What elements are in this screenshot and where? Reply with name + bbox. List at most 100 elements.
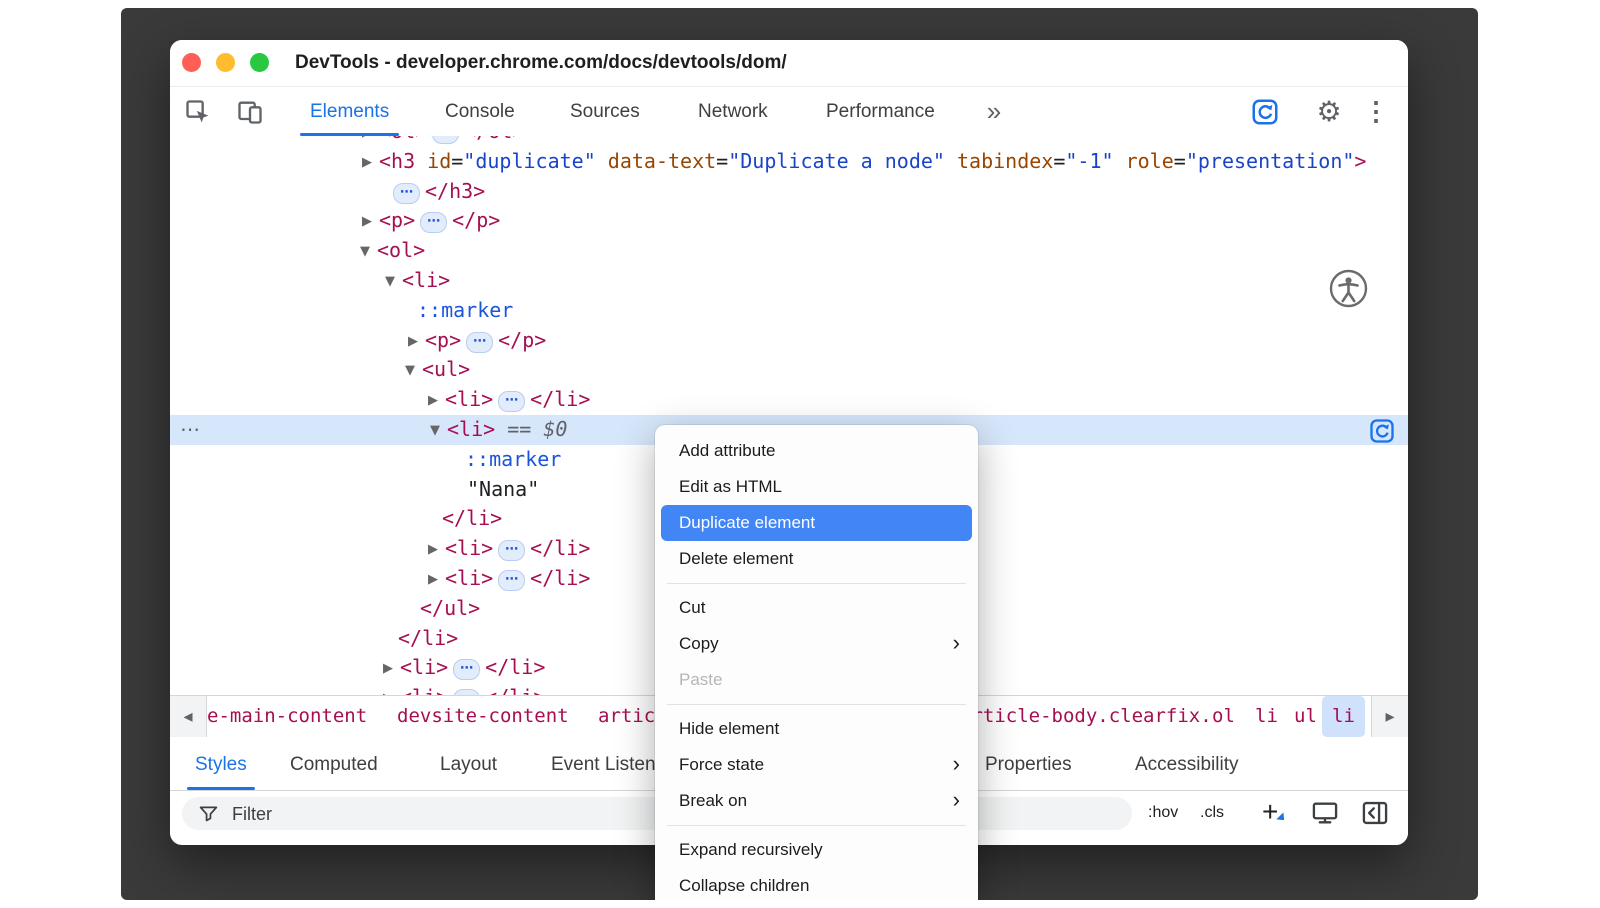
breadcrumb-item-li[interactable]: li bbox=[1322, 696, 1365, 737]
menu-item-collapse-children[interactable]: Collapse children bbox=[655, 868, 978, 900]
menu-item-duplicate-element[interactable]: Duplicate element bbox=[661, 505, 972, 541]
menu-item-delete-element[interactable]: Delete element bbox=[655, 541, 978, 577]
rendering-screen-icon[interactable] bbox=[1308, 798, 1342, 828]
dom-node-row[interactable]: ⋯</h3> bbox=[170, 177, 1408, 207]
inline-expand-icon[interactable]: ⋯ bbox=[498, 570, 525, 591]
inline-expand-icon[interactable]: ⋯ bbox=[466, 332, 493, 353]
dom-token: = bbox=[451, 149, 463, 173]
accessibility-person-icon bbox=[1328, 268, 1369, 309]
tab-sources[interactable]: Sources bbox=[570, 87, 640, 136]
screenshot-backdrop: DevTools - developer.chrome.com/docs/dev… bbox=[121, 8, 1478, 900]
dom-node-row[interactable]: ▶<ol>⋯</ol> bbox=[170, 136, 1408, 147]
collapse-arrow-icon[interactable]: ▼ bbox=[360, 237, 377, 267]
expand-arrow-icon[interactable]: ▶ bbox=[362, 148, 379, 178]
breadcrumb-item-ol[interactable]: ol bbox=[1212, 696, 1235, 737]
breadcrumb-scroll-left-icon[interactable]: ◂ bbox=[170, 696, 207, 737]
row-overflow-menu-icon[interactable]: ⋯ bbox=[180, 415, 201, 445]
menu-item-edit-as-html[interactable]: Edit as HTML bbox=[655, 469, 978, 505]
expand-arrow-icon[interactable]: ▶ bbox=[428, 565, 445, 595]
breadcrumb-item-e-main-content[interactable]: e-main-content bbox=[207, 696, 367, 737]
toggle-element-state-button[interactable]: :hov bbox=[1148, 791, 1178, 835]
dom-token: </p> bbox=[498, 328, 546, 352]
inspect-element-icon[interactable] bbox=[181, 95, 215, 129]
dom-token: = bbox=[716, 149, 728, 173]
dom-node-row[interactable]: ▼<ul> bbox=[170, 355, 1408, 385]
settings-gear-icon[interactable]: ⚙ bbox=[1312, 87, 1346, 136]
dom-token: "Duplicate a node" bbox=[728, 149, 945, 173]
dom-node-row[interactable]: ▼<li> bbox=[170, 266, 1408, 296]
dom-node-row[interactable]: ▶<h3 id="duplicate" data-text="Duplicate… bbox=[170, 147, 1408, 177]
dom-node-row[interactable]: ▶<p>⋯</p> bbox=[170, 326, 1408, 356]
filter-funnel-icon bbox=[198, 803, 219, 829]
breadcrumb-item-article-body-clearfix[interactable]: article-body.clearfix. bbox=[960, 696, 1212, 737]
close-window-button[interactable] bbox=[182, 53, 201, 72]
dom-token: role bbox=[1114, 149, 1174, 173]
dom-token: <li> bbox=[402, 268, 450, 292]
inline-expand-icon[interactable]: ⋯ bbox=[453, 659, 480, 680]
breadcrumb-item-devsite-content[interactable]: devsite-content bbox=[397, 696, 569, 737]
inline-expand-icon[interactable]: ⋯ bbox=[498, 540, 525, 561]
dom-token: "duplicate" bbox=[463, 149, 595, 173]
more-panels-chevron-icon[interactable]: » bbox=[976, 87, 1012, 136]
zoom-window-button[interactable] bbox=[250, 53, 269, 72]
device-toolbar-icon[interactable] bbox=[233, 95, 267, 129]
menu-item-label: Expand recursively bbox=[679, 840, 823, 859]
collapse-arrow-icon[interactable]: ▼ bbox=[405, 356, 422, 386]
menu-divider bbox=[667, 583, 966, 584]
inline-expand-icon[interactable]: ⋯ bbox=[393, 183, 420, 204]
menu-item-hide-element[interactable]: Hide element bbox=[655, 711, 978, 747]
window-titlebar: DevTools - developer.chrome.com/docs/dev… bbox=[170, 40, 1408, 87]
menu-item-cut[interactable]: Cut bbox=[655, 590, 978, 626]
menu-item-label: Copy bbox=[679, 634, 719, 653]
sidebar-tab-properties[interactable]: Properties bbox=[985, 739, 1072, 790]
dom-token: <p> bbox=[425, 328, 461, 352]
dom-node-row[interactable]: ▼<ol> bbox=[170, 236, 1408, 266]
refresh-square-badge-icon[interactable] bbox=[1368, 417, 1396, 445]
menu-item-break-on[interactable]: Break on› bbox=[655, 783, 978, 819]
menu-item-force-state[interactable]: Force state› bbox=[655, 747, 978, 783]
dom-token: <h3 bbox=[379, 149, 415, 173]
tab-performance[interactable]: Performance bbox=[826, 87, 935, 136]
tab-elements[interactable]: Elements bbox=[310, 87, 389, 136]
sidebar-tab-computed[interactable]: Computed bbox=[290, 739, 378, 790]
toggle-sidebar-icon[interactable] bbox=[1358, 798, 1392, 828]
dom-token: </li> bbox=[485, 685, 545, 695]
menu-item-expand-recursively[interactable]: Expand recursively bbox=[655, 832, 978, 868]
breadcrumb-scroll-right-icon[interactable]: ▸ bbox=[1371, 696, 1408, 737]
collapse-arrow-icon[interactable]: ▼ bbox=[430, 416, 447, 446]
dom-node-row[interactable]: ▶<li>⋯</li> bbox=[170, 385, 1408, 415]
expand-arrow-icon[interactable]: ▶ bbox=[408, 327, 425, 357]
inline-expand-icon[interactable]: ⋯ bbox=[498, 391, 525, 412]
dom-token: </li> bbox=[398, 626, 458, 650]
plus-caret-icon bbox=[1277, 812, 1288, 823]
menu-item-copy[interactable]: Copy› bbox=[655, 626, 978, 662]
dom-node-row[interactable]: ::marker bbox=[170, 296, 1408, 326]
tab-console[interactable]: Console bbox=[445, 87, 515, 136]
more-options-kebab-icon[interactable]: ⋮ bbox=[1362, 87, 1390, 136]
element-classes-button[interactable]: .cls bbox=[1200, 791, 1224, 835]
tab-network[interactable]: Network bbox=[698, 87, 768, 136]
expand-arrow-icon[interactable]: ▶ bbox=[362, 207, 379, 237]
expand-arrow-icon[interactable]: ▶ bbox=[383, 654, 400, 684]
inline-expand-icon[interactable]: ⋯ bbox=[420, 212, 447, 233]
inline-expand-icon[interactable]: ⋯ bbox=[432, 136, 459, 144]
sidebar-tab-accessibility[interactable]: Accessibility bbox=[1135, 739, 1238, 790]
dom-token: <li> bbox=[400, 685, 448, 695]
menu-item-label: Cut bbox=[679, 598, 705, 617]
breadcrumb-item-ul[interactable]: ul bbox=[1294, 696, 1317, 737]
dom-token: </ul> bbox=[420, 596, 480, 620]
new-style-rule-button[interactable]: + bbox=[1262, 791, 1278, 833]
minimize-window-button[interactable] bbox=[216, 53, 235, 72]
menu-item-add-attribute[interactable]: Add attribute bbox=[655, 433, 978, 469]
dom-token: ::marker bbox=[417, 298, 513, 322]
breadcrumb-item-li[interactable]: li bbox=[1255, 696, 1278, 737]
sidebar-tab-layout[interactable]: Layout bbox=[440, 739, 497, 790]
refresh-square-icon[interactable] bbox=[1248, 95, 1282, 129]
expand-arrow-icon[interactable]: ▶ bbox=[383, 684, 400, 695]
dom-token: </li> bbox=[530, 536, 590, 560]
sidebar-tab-styles[interactable]: Styles bbox=[195, 739, 247, 790]
dom-node-row[interactable]: ▶<p>⋯</p> bbox=[170, 206, 1408, 236]
expand-arrow-icon[interactable]: ▶ bbox=[428, 535, 445, 565]
collapse-arrow-icon[interactable]: ▼ bbox=[385, 267, 402, 297]
expand-arrow-icon[interactable]: ▶ bbox=[428, 386, 445, 416]
